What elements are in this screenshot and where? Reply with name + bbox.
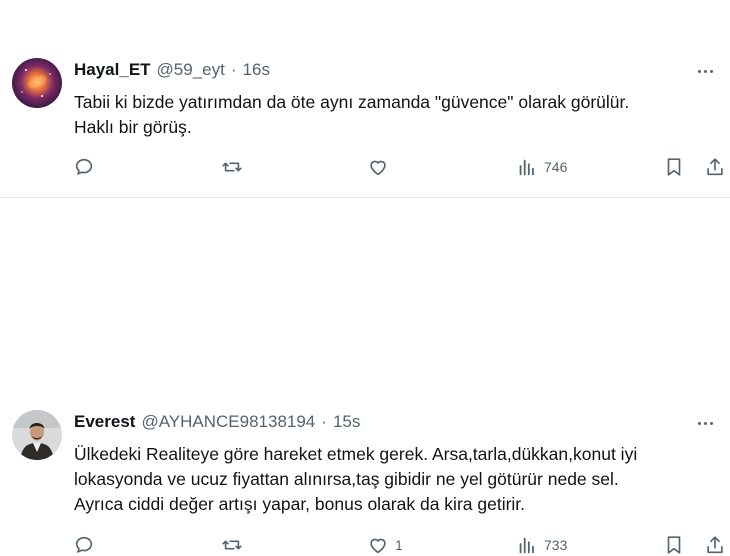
separator: · [321, 412, 327, 431]
more-icon[interactable] [694, 412, 716, 434]
view-count: 746 [544, 159, 568, 175]
like-icon [370, 538, 386, 554]
tweet-text-line: Ayrıca ciddi değer artışı yapar, bonus o… [74, 494, 526, 514]
user-handle[interactable]: @59_eyt [157, 60, 225, 80]
tweet-header: Everest @AYHANCE98138194 · 15s [74, 410, 360, 434]
views-icon [519, 537, 534, 554]
retweet-button[interactable] [221, 534, 243, 556]
reply-button[interactable] [73, 156, 95, 178]
display-name[interactable]: Hayal_ET [74, 60, 151, 80]
tweet-text-line: Tabii ki bizde yatırımdan da öte aynı za… [74, 92, 630, 112]
tweet-header: Hayal_ET @59_eyt · 16s [74, 58, 270, 82]
tweet-text: Ülkedeki Realiteye göre hareket etmek ge… [74, 442, 714, 517]
views-button[interactable]: 733 [516, 534, 567, 556]
views-icon [519, 159, 534, 176]
display-name[interactable]: Everest [74, 412, 135, 432]
separator: · [230, 60, 237, 79]
bookmark-button[interactable] [663, 534, 685, 556]
retweet-icon [222, 162, 242, 172]
user-handle[interactable]: @AYHANCE98138194 [141, 412, 315, 432]
share-button[interactable] [704, 534, 726, 556]
like-icon [370, 160, 386, 176]
retweet-button[interactable] [221, 156, 243, 178]
bookmark-icon [667, 158, 681, 176]
views-button[interactable]: 746 [516, 156, 567, 178]
share-icon [707, 158, 723, 176]
more-icon[interactable] [694, 60, 716, 82]
tweet-text-line: lokasyonda ve ucuz fiyattan alınırsa,taş… [74, 469, 619, 489]
retweet-icon [222, 540, 242, 550]
like-button[interactable] [367, 156, 395, 178]
reply-icon [75, 536, 93, 553]
timestamp[interactable]: 15s [333, 412, 360, 432]
tweet-text-line: Haklı bir görüş. [74, 117, 192, 137]
tweet-1[interactable]: Hayal_ET @59_eyt · 16s Tabii ki bizde ya… [0, 0, 730, 197]
tweet-text-line: Ülkedeki Realiteye göre hareket etmek ge… [74, 444, 638, 464]
bookmark-button[interactable] [663, 156, 685, 178]
timestamp[interactable]: 16s [243, 60, 270, 80]
avatar[interactable] [12, 410, 62, 460]
view-count: 733 [544, 537, 568, 553]
avatar[interactable] [12, 58, 62, 108]
tweet-2[interactable]: Everest @AYHANCE98138194 · 15s Ülkedeki … [0, 198, 730, 554]
reply-button[interactable] [73, 534, 95, 556]
tweet-text: Tabii ki bizde yatırımdan da öte aynı za… [74, 90, 714, 140]
reply-icon [75, 158, 93, 175]
bookmark-icon [667, 536, 681, 554]
share-icon [707, 536, 723, 554]
like-count: 1 [395, 537, 403, 553]
like-button[interactable]: 1 [367, 534, 403, 556]
share-button[interactable] [704, 156, 726, 178]
